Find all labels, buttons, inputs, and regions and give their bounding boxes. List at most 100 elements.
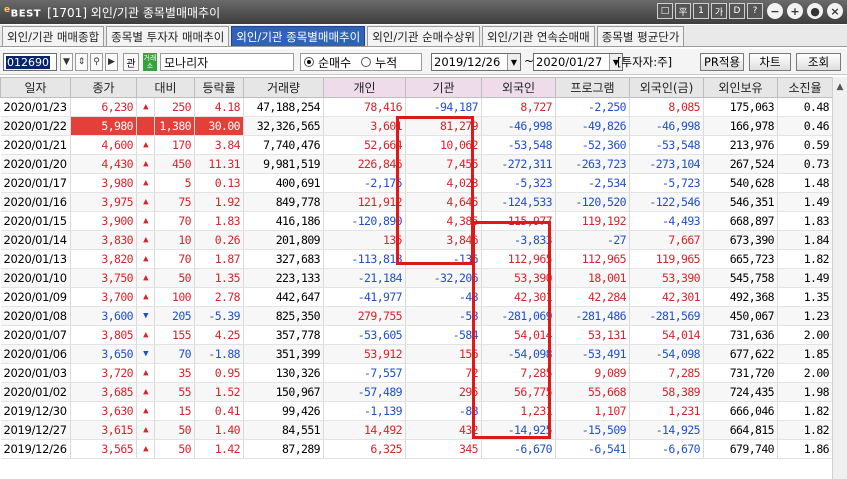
tab-stock-trend[interactable]: 외인/기관 종목별매매추이 <box>231 26 366 46</box>
cell-change-rate: 4.25 <box>194 325 244 345</box>
close-icon[interactable]: × <box>827 3 843 19</box>
cell-exhaustion-rate: 1.84 <box>777 230 833 250</box>
cell-institution: 72 <box>405 363 482 383</box>
dropdown-icon[interactable]: ▼ <box>60 53 73 71</box>
next-icon[interactable]: ▶ <box>105 53 118 71</box>
window-font-button[interactable]: 가 <box>711 3 727 19</box>
cell-close: 3,720 <box>70 363 137 383</box>
table-row[interactable]: 2020/01/16 3,975 ▲ 75 1.92 849,778 121,912 4,64… <box>0 192 833 212</box>
table-row[interactable]: 2020/01/22 5,980 1,380 30.00 32,326,565 3,601… <box>0 116 833 136</box>
chart-button[interactable]: 차트 <box>749 53 791 71</box>
cell-volume: 9,981,519 <box>243 154 324 174</box>
header-change[interactable]: 대비 <box>136 77 195 98</box>
table-row[interactable]: 2019/12/26 3,565 ▲ 50 1.42 87,289 6,325 345 -6,6… <box>0 439 833 459</box>
cell-foreign: 8,727 <box>481 97 556 117</box>
window-pin-button[interactable]: 平 <box>675 3 691 19</box>
table-row[interactable]: 2019/12/27 3,615 ▲ 50 1.40 84,551 14,492 432 -14… <box>0 420 833 440</box>
cell-foreign-holding: 724,435 <box>703 382 778 402</box>
cell-change-arrow: ▲ <box>136 173 155 193</box>
cell-program: -2,250 <box>555 97 630 117</box>
table-row[interactable]: 2020/01/15 3,900 ▲ 70 1.83 416,186 -120,890 4,3… <box>0 211 833 231</box>
table-row[interactable]: 2020/01/17 3,980 ▲ 5 0.13 400,691 -2,175 4,023-… <box>0 173 833 193</box>
date-to-input[interactable]: 2020/01/27 ▼ <box>533 53 623 71</box>
cell-change: 70 <box>154 249 195 269</box>
window-1-button[interactable]: 1 <box>693 3 709 19</box>
table-row[interactable]: 2020/01/07 3,805 ▲ 155 4.25 357,778 -53,605 -58… <box>0 325 833 345</box>
search-icon[interactable]: ⚲ <box>90 53 103 71</box>
cell-institution: 81,279 <box>405 116 482 136</box>
header-individual[interactable]: 개인 <box>323 77 406 98</box>
table-row[interactable]: 2020/01/03 3,720 ▲ 35 0.95 130,326 -7,557 72 7,2… <box>0 363 833 383</box>
cell-foreign: 7,285 <box>481 363 556 383</box>
cell-individual: 52,664 <box>323 135 406 155</box>
stock-code-input[interactable]: 012690 <box>3 53 57 71</box>
query-button[interactable]: 조회 <box>796 53 841 71</box>
table-row[interactable]: 2020/01/06 3,650 ▼ 70 -1.88 351,399 53,912 156-… <box>0 344 833 364</box>
cell-change-rate: -1.88 <box>194 344 244 364</box>
cell-change: 5 <box>154 173 195 193</box>
restore-icon[interactable]: ● <box>807 3 823 19</box>
cell-close: 5,980 <box>70 116 137 136</box>
watchlist-button[interactable]: 관 <box>123 53 139 71</box>
chevron-down-icon[interactable]: ▼ <box>507 54 520 70</box>
pr-apply-button[interactable]: PR적용 <box>700 53 744 71</box>
cell-change: 50 <box>154 268 195 288</box>
header-exhaustion-rate[interactable]: 소진율 <box>777 77 833 98</box>
cell-foreign: -14,925 <box>481 420 556 440</box>
tab-consecutive-net[interactable]: 외인/기관 연속순매매 <box>481 26 595 46</box>
table-row[interactable]: 2020/01/09 3,700 ▲ 100 2.78 442,647 -41,977 -48… <box>0 287 833 307</box>
header-volume[interactable]: 거래량 <box>243 77 324 98</box>
table-row[interactable]: 2020/01/10 3,750 ▲ 50 1.35 223,133 -21,184 -32,… <box>0 268 833 288</box>
header-foreign[interactable]: 외국인 <box>481 77 556 98</box>
cell-foreign: -6,670 <box>481 439 556 459</box>
cell-individual: 6,325 <box>323 439 406 459</box>
tab-net-buy-top[interactable]: 외인/기관 순매수상위 <box>367 26 480 46</box>
cell-change-rate: 30.00 <box>194 116 244 136</box>
window-layout-button[interactable]: □ <box>657 3 673 19</box>
app-logo: eBEST <box>4 4 42 20</box>
tab-investor-trend[interactable]: 종목별 투자자 매매추이 <box>106 26 230 46</box>
header-foreign-holding[interactable]: 외인보유 <box>703 77 778 98</box>
spin-icon[interactable]: ⇕ <box>75 53 88 71</box>
cell-foreign-amount: -5,723 <box>629 173 704 193</box>
tab-foreign-inst-summary[interactable]: 외인/기관 매매종합 <box>2 26 105 46</box>
date-from-input[interactable]: 2019/12/26 ▼ <box>431 53 521 71</box>
minimize-icon[interactable]: − <box>767 3 783 19</box>
cell-volume: 849,778 <box>243 192 324 212</box>
table-row[interactable]: 2020/01/08 3,600 ▼ 205 -5.39 825,350 279,755 -5… <box>0 306 833 326</box>
radio-net-buy[interactable] <box>304 57 314 67</box>
cell-individual: -53,605 <box>323 325 406 345</box>
scroll-up-icon[interactable]: ▲ <box>833 79 847 95</box>
radio-cumulative-label: 누적 <box>375 55 398 70</box>
cell-volume: 84,551 <box>243 420 324 440</box>
table-row[interactable]: 2020/01/14 3,830 ▲ 10 0.26 201,809 135 3,846 -3,… <box>0 230 833 250</box>
cell-program: 9,089 <box>555 363 630 383</box>
help-button[interactable]: ? <box>747 3 763 19</box>
header-program[interactable]: 프로그램 <box>555 77 630 98</box>
header-foreign-amount[interactable]: 외국인(금) <box>629 77 704 98</box>
vertical-scrollbar[interactable]: ▲ <box>832 77 847 479</box>
cell-volume: 825,350 <box>243 306 324 326</box>
tab-avg-price[interactable]: 종목별 평균단가 <box>596 26 685 46</box>
cell-program: -6,541 <box>555 439 630 459</box>
table-row[interactable]: 2020/01/20 4,430 ▲ 450 11.31 9,981,519 226,846… <box>0 154 833 174</box>
table-row[interactable]: 2020/01/13 3,820 ▲ 70 1.87 327,683 -113,818 -13… <box>0 249 833 269</box>
table-row[interactable]: 2020/01/02 3,685 ▲ 55 1.52 150,967 -57,489 295 5… <box>0 382 833 402</box>
table-row[interactable]: 2020/01/23 6,230 ▲ 250 4.18 47,188,254 78,416-… <box>0 97 833 117</box>
radio-cumulative[interactable] <box>361 57 372 67</box>
cell-exhaustion-rate: 0.46 <box>777 116 833 136</box>
header-close[interactable]: 종가 <box>70 77 137 98</box>
cell-change: 70 <box>154 344 195 364</box>
table-row[interactable]: 2020/01/21 4,600 ▲ 170 3.84 7,740,476 52,664 10… <box>0 135 833 155</box>
cell-foreign: 42,301 <box>481 287 556 307</box>
header-change-rate[interactable]: 등락률 <box>194 77 244 98</box>
maximize-icon[interactable]: + <box>787 3 803 19</box>
header-date[interactable]: 일자 <box>0 77 71 98</box>
cell-change: 205 <box>154 306 195 326</box>
cell-volume: 327,683 <box>243 249 324 269</box>
window-link-button[interactable]: D <box>729 3 745 19</box>
table-row[interactable]: 2019/12/30 3,630 ▲ 15 0.41 99,426 -1,139 -88 1,2… <box>0 401 833 421</box>
header-institution[interactable]: 기관 <box>405 77 482 98</box>
cell-foreign-holding: 492,368 <box>703 287 778 307</box>
cell-change-rate: -5.39 <box>194 306 244 326</box>
